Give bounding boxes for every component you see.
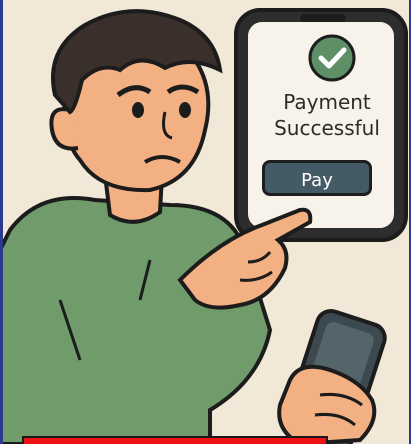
bottom-red-bar	[22, 436, 328, 444]
payment-status-line1: Payment	[283, 90, 371, 114]
check-circle-icon	[308, 34, 356, 82]
left-border	[0, 0, 3, 444]
illustration-canvas: Payment Successful Pay	[0, 0, 411, 444]
right-eye	[179, 102, 191, 118]
left-eye	[132, 102, 144, 118]
payment-status-line2: Successful	[274, 116, 380, 140]
payment-confusion-illustration	[0, 0, 411, 444]
pay-button[interactable]: Pay	[262, 160, 372, 196]
phone-notch	[300, 14, 346, 22]
